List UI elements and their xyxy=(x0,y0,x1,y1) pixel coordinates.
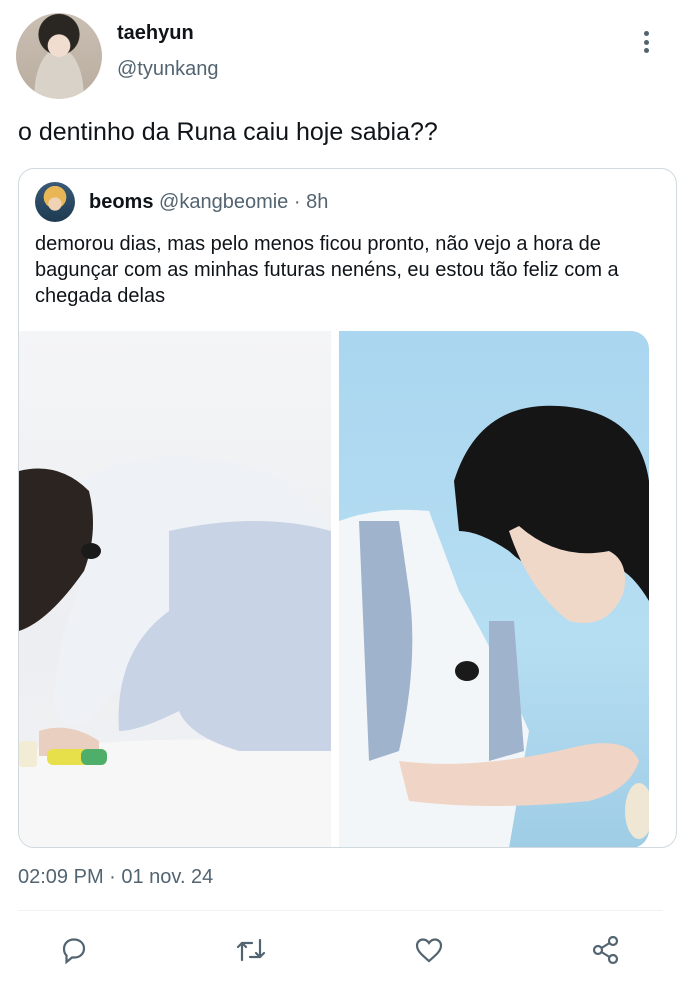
quoted-media[interactable] xyxy=(19,331,653,847)
photo-left[interactable] xyxy=(19,331,331,847)
quoted-text: demorou dias, mas pelo menos ficou pront… xyxy=(35,233,619,307)
photo-left-illustration xyxy=(19,456,331,847)
quoted-avatar[interactable] xyxy=(35,182,75,222)
divider xyxy=(18,910,663,911)
tweet-timestamp[interactable]: 02:09 PM · 01 nov. 24 xyxy=(18,866,213,889)
quoted-time[interactable]: 8h xyxy=(306,191,328,213)
author-handle[interactable]: @tyunkang xyxy=(117,58,218,81)
quoted-tweet[interactable]: beoms @kangbeomie · 8h demorou dias, mas… xyxy=(18,168,677,848)
tweet-text: o dentinho da Runa caiu hoje sabia?? xyxy=(18,118,438,146)
retweet-icon[interactable] xyxy=(233,932,269,968)
photo-right-illustration xyxy=(339,405,653,847)
share-icon[interactable] xyxy=(588,932,624,968)
author-name[interactable]: taehyun xyxy=(117,22,194,45)
photo-right[interactable] xyxy=(339,331,653,847)
author-avatar[interactable] xyxy=(16,13,102,99)
more-vertical-icon[interactable] xyxy=(636,28,656,56)
quoted-handle[interactable]: @kangbeomie xyxy=(159,191,288,213)
quoted-header: beoms @kangbeomie · 8h xyxy=(89,191,328,214)
heart-icon[interactable] xyxy=(411,932,447,968)
quoted-name[interactable]: beoms xyxy=(89,191,153,213)
reply-icon[interactable] xyxy=(56,932,92,968)
quoted-separator: · xyxy=(288,191,307,213)
